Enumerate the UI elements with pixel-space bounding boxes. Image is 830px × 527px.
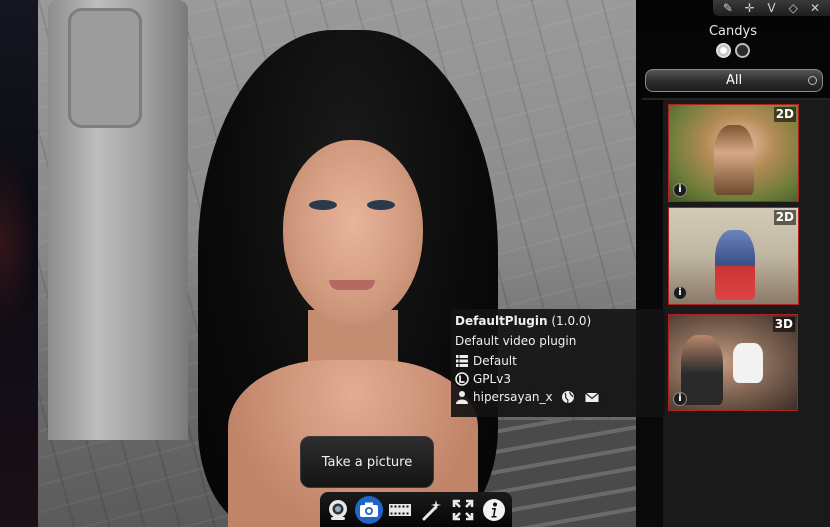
plugin-author-row: hipersayan_x xyxy=(455,388,661,406)
video-icon[interactable] xyxy=(386,496,414,524)
plugin-title: DefaultPlugin (1.0.0) xyxy=(455,312,661,330)
preview-mouth xyxy=(329,280,375,290)
bottom-toolbar xyxy=(320,492,512,527)
fullscreen-icon[interactable] xyxy=(449,496,477,524)
preview-eye-left xyxy=(309,200,337,210)
radio-unselected[interactable] xyxy=(735,43,750,58)
plugin-thumbnail[interactable]: 2D i xyxy=(668,104,799,202)
plugin-info-icon[interactable]: i xyxy=(673,183,687,197)
preview-face xyxy=(283,140,423,325)
plugin-description: Default video plugin xyxy=(455,334,577,348)
plugin-category: Default xyxy=(473,354,517,368)
panel-title: Candys xyxy=(708,24,757,39)
thumbnail-subject xyxy=(681,335,723,405)
camera-icon[interactable] xyxy=(355,495,384,524)
category-filter-combo[interactable]: All xyxy=(645,69,823,92)
dimension-badge: 2D xyxy=(773,107,796,122)
user-icon xyxy=(455,390,469,404)
plugin-thumbnail[interactable]: 3D i xyxy=(668,314,798,411)
move-icon[interactable]: ✛ xyxy=(740,1,760,15)
webcamoid-window: ✎ ✛ V ◇ ✕ Candys All 2D i 2D i 3D i Defa… xyxy=(0,0,830,527)
webcam-icon[interactable] xyxy=(324,496,352,524)
email-icon[interactable] xyxy=(584,390,599,404)
dimension-badge: 3D xyxy=(772,317,795,332)
thumbnail-cow-figure xyxy=(733,343,763,383)
plugin-thumbnail[interactable]: 2D i xyxy=(668,207,799,305)
plugin-info-icon[interactable]: i xyxy=(673,286,687,300)
window-controls: ✎ ✛ V ◇ ✕ xyxy=(713,0,830,16)
thumbnail-subject xyxy=(714,125,754,195)
left-edge-glow xyxy=(0,150,38,330)
preview-eye-right xyxy=(367,200,395,210)
dimension-badge: 2D xyxy=(773,210,796,225)
effects-wand-icon[interactable] xyxy=(418,496,446,524)
plugin-version: (1.0.0) xyxy=(551,314,592,328)
radio-selected[interactable] xyxy=(716,43,731,58)
category-filter-label: All xyxy=(725,73,743,88)
pencil-icon[interactable]: ✎ xyxy=(718,1,738,15)
plugin-license: GPLv3 xyxy=(473,372,511,386)
plugin-name: DefaultPlugin xyxy=(455,314,548,328)
thumbnail-subject xyxy=(715,230,755,300)
preview-pillar-plaque xyxy=(68,8,142,128)
plugin-tooltip: DefaultPlugin (1.0.0) Default video plug… xyxy=(451,309,665,417)
close-icon[interactable]: ✕ xyxy=(805,1,825,15)
plugin-license-row: GPLv3 xyxy=(455,370,661,388)
take-picture-hint: Take a picture xyxy=(300,436,434,488)
category-icon xyxy=(455,354,469,368)
left-edge xyxy=(0,0,38,527)
website-globe-icon[interactable] xyxy=(561,390,575,404)
restore-icon[interactable]: ◇ xyxy=(783,1,803,15)
plugin-info-icon[interactable]: i xyxy=(673,392,687,406)
minimize-icon[interactable]: V xyxy=(761,1,781,15)
license-icon xyxy=(455,372,469,386)
plugin-author: hipersayan_x xyxy=(473,390,553,404)
preview-pillar xyxy=(48,0,188,440)
info-icon[interactable] xyxy=(480,496,508,524)
effect-mode-radios xyxy=(716,43,750,58)
plugin-category-row: Default xyxy=(455,352,661,370)
combo-indicator-icon xyxy=(808,76,817,85)
